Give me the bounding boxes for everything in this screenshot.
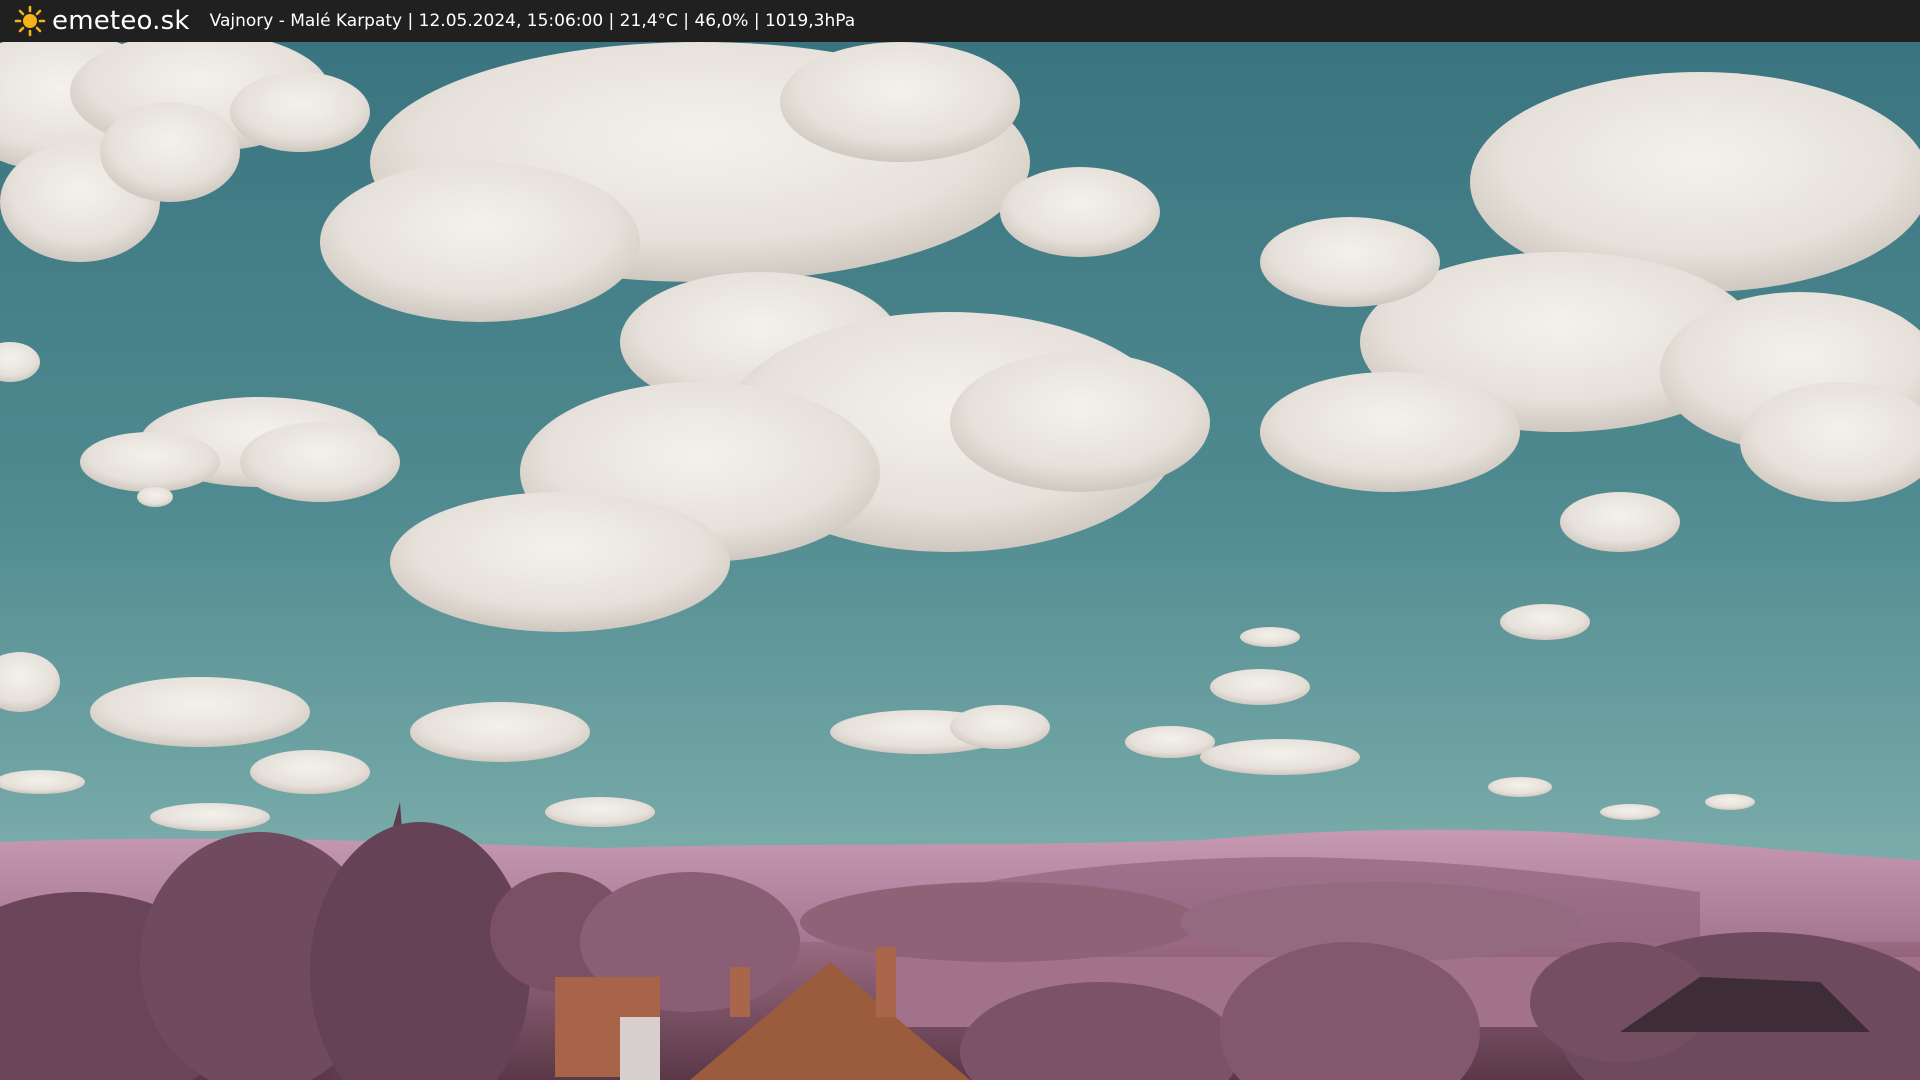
station-caption: Vajnory - Malé Karpaty | 12.05.2024, 15:…: [209, 11, 856, 31]
webcam-scene-svg: [0, 42, 1920, 1080]
sun-icon: [14, 5, 46, 37]
emeteo-logo[interactable]: emeteo.sk: [14, 5, 190, 37]
webcam-image: [0, 42, 1920, 1080]
logo-text: emeteo.sk: [52, 6, 190, 36]
webcam-header-bar: emeteo.sk Vajnory - Malé Karpaty | 12.05…: [0, 0, 1920, 42]
